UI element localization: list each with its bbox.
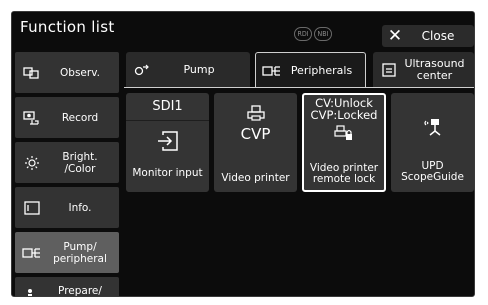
button-label: Monitor input	[132, 167, 203, 179]
tab-ultrasound-center[interactable]: Ultrasound center	[373, 52, 474, 88]
sidebar-item-label: Bright. /Color	[62, 150, 98, 175]
peripheral-icon	[260, 65, 284, 77]
printer-icon	[214, 105, 297, 121]
monitor-input-button[interactable]: SDI1 Monitor input	[126, 93, 209, 192]
close-label: Close	[421, 29, 455, 43]
button-label: Video printer	[221, 172, 290, 184]
peripheral-icon	[19, 243, 45, 263]
function-list-window: Function list RDI NBI ✕ Close Observ. Re…	[11, 11, 475, 297]
function-panel: Pump Peripherals Ultrasound center SDI1 …	[124, 52, 474, 296]
record-icon	[19, 108, 45, 128]
tab-label: Pump	[183, 63, 215, 76]
tab-label: Peripherals	[290, 63, 353, 77]
sidebar-item-label: Pump/ peripheral	[53, 240, 107, 265]
rdi-badge: RDI	[294, 27, 312, 41]
tab-divider	[124, 87, 474, 88]
prepare-icon	[19, 287, 45, 296]
printer-lock-icon	[304, 125, 384, 141]
video-printer-remote-lock-button[interactable]: CV:Unlock CVP:Locked Video printer remot…	[302, 93, 386, 192]
button-label: UPD ScopeGuide	[401, 160, 464, 183]
video-printer-button[interactable]: CVP Video printer	[214, 93, 297, 192]
upd-scopeguide-button[interactable]: UPD ScopeGuide	[391, 93, 474, 192]
tab-pump[interactable]: Pump	[126, 52, 250, 88]
sidebar-item-label: Observ.	[60, 66, 100, 79]
lock-status-label: CV:Unlock CVP:Locked	[310, 96, 378, 122]
mode-badges: RDI NBI	[294, 27, 332, 41]
sidebar-item-label: Record	[61, 111, 99, 124]
tab-peripherals[interactable]: Peripherals	[255, 52, 366, 88]
nbi-badge: NBI	[314, 27, 332, 41]
brightness-icon	[19, 153, 45, 173]
observation-icon	[19, 63, 45, 83]
sidebar-item-label: Info.	[68, 201, 92, 214]
window-title: Function list	[20, 18, 115, 36]
ultrasound-icon	[377, 63, 401, 77]
title-bar: Function list RDI NBI ✕ Close	[12, 12, 474, 48]
sidebar-item-prepare-end-exam[interactable]: Prepare/ End Exam	[15, 277, 119, 297]
printer-code-label: CVP	[240, 125, 271, 143]
sidebar-item-record[interactable]: Record	[15, 97, 119, 138]
info-icon	[19, 198, 45, 218]
button-divider	[126, 120, 209, 121]
button-label: Video printer remote lock	[309, 162, 379, 185]
sidebar-item-brightness[interactable]: Bright. /Color	[15, 142, 119, 183]
sidebar: Observ. Record Bright. /Color Info. Pump…	[12, 50, 120, 297]
sidebar-item-info[interactable]: Info.	[15, 187, 119, 228]
input-icon	[126, 131, 209, 151]
scopeguide-icon	[391, 115, 474, 137]
source-label: SDI1	[152, 99, 183, 114]
close-icon: ✕	[387, 26, 403, 46]
tab-label: Ultrasound center	[404, 57, 465, 82]
pump-icon	[130, 64, 154, 76]
sidebar-item-pump-peripheral[interactable]: Pump/ peripheral	[15, 232, 119, 273]
sidebar-item-label: Prepare/ End Exam	[58, 284, 102, 297]
close-button[interactable]: ✕ Close	[382, 25, 474, 47]
sidebar-item-observ[interactable]: Observ.	[15, 52, 119, 93]
